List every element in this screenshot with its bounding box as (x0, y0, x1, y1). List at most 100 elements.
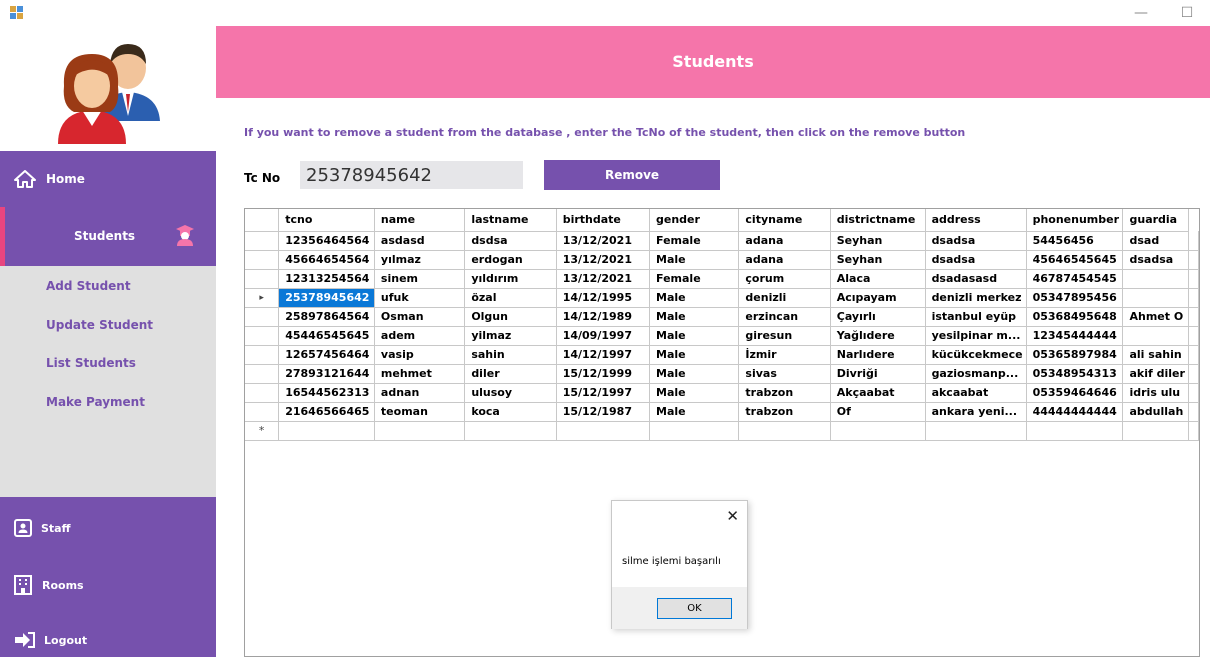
close-icon[interactable]: ✕ (726, 507, 739, 525)
table-cell[interactable]: adana (738, 250, 831, 270)
table-cell[interactable]: 25378945642 (278, 288, 375, 308)
table-cell[interactable]: erdogan (464, 250, 557, 270)
maximize-button[interactable]: ☐ (1164, 0, 1210, 26)
table-cell[interactable]: Akçaabat (830, 383, 926, 403)
table-cell[interactable]: 15/12/1999 (556, 364, 651, 384)
table-row[interactable]: 12313254564 sinem yıldırım 13/12/2021 Female… (245, 269, 1199, 289)
table-cell[interactable]: Seyhan (830, 231, 926, 251)
column-header[interactable]: address (925, 209, 1027, 232)
table-cell[interactable] (278, 421, 375, 441)
table-cell[interactable]: trabzon (738, 383, 831, 403)
table-cell[interactable]: akif diler (1122, 364, 1189, 384)
table-cell[interactable]: 05359464646 (1026, 383, 1124, 403)
table-cell[interactable]: abdullah (1122, 402, 1189, 422)
table-cell[interactable]: 45664654564 (278, 250, 375, 270)
table-cell[interactable]: yılmaz (374, 250, 466, 270)
table-cell[interactable] (1122, 288, 1189, 308)
table-row[interactable]: 21646566465 teoman koca 15/12/1987 Male trabz… (245, 402, 1199, 422)
table-cell[interactable]: teoman (374, 402, 466, 422)
column-header[interactable]: name (374, 209, 466, 232)
table-cell[interactable]: Yağlıdere (830, 326, 926, 346)
row-header[interactable] (245, 383, 280, 403)
table-cell[interactable]: mehmet (374, 364, 466, 384)
table-cell[interactable]: Male (649, 383, 740, 403)
table-cell[interactable]: vasip (374, 345, 466, 365)
table-cell[interactable]: 12356464564 (278, 231, 375, 251)
table-cell[interactable]: denizli merkez (925, 288, 1027, 308)
table-cell[interactable]: ankara yeni... (925, 402, 1027, 422)
table-cell[interactable]: Alaca (830, 269, 926, 289)
sidebar-item-add-student[interactable]: Add Student (46, 279, 131, 293)
column-header[interactable]: guardia (1122, 209, 1189, 232)
table-cell[interactable]: Female (649, 231, 740, 251)
table-cell[interactable]: asdasd (374, 231, 466, 251)
table-cell[interactable]: adana (738, 231, 831, 251)
table-cell[interactable]: 05348954313 (1026, 364, 1124, 384)
table-row[interactable]: 12356464564 asdasd dsdsa 13/12/2021 Female ad… (245, 231, 1199, 251)
table-cell[interactable]: dsdsa (464, 231, 557, 251)
table-cell[interactable] (464, 421, 557, 441)
table-cell[interactable]: koca (464, 402, 557, 422)
table-cell[interactable]: 16544562313 (278, 383, 375, 403)
current-row-indicator[interactable]: ▸ (245, 288, 280, 308)
table-cell[interactable]: 25897864564 (278, 307, 375, 327)
table-cell[interactable]: 12345444444 (1026, 326, 1124, 346)
table-cell[interactable]: 15/12/1997 (556, 383, 651, 403)
table-cell[interactable]: 21646566465 (278, 402, 375, 422)
table-cell[interactable]: sivas (738, 364, 831, 384)
table-cell[interactable]: 44444444444 (1026, 402, 1124, 422)
table-row[interactable]: ▸ 25378945642 ufuk özal 14/12/1995 Male denizl… (245, 288, 1199, 308)
table-cell[interactable] (1122, 421, 1189, 441)
sidebar-item-home[interactable]: Home (0, 151, 216, 207)
table-cell[interactable]: idris ulu (1122, 383, 1189, 403)
table-cell[interactable]: 14/12/1989 (556, 307, 651, 327)
table-cell[interactable]: Seyhan (830, 250, 926, 270)
table-cell[interactable]: ali sahin (1122, 345, 1189, 365)
table-cell[interactable]: 15/12/1987 (556, 402, 651, 422)
table-row[interactable]: 25897864564 Osman Olgun 14/12/1989 Male erzin… (245, 307, 1199, 327)
table-cell[interactable]: dsadsa (925, 250, 1027, 270)
table-row[interactable]: 45664654564 yılmaz erdogan 13/12/2021 Male ad… (245, 250, 1199, 270)
table-cell[interactable]: erzincan (738, 307, 831, 327)
column-header[interactable]: cityname (738, 209, 831, 232)
table-cell[interactable]: sahin (464, 345, 557, 365)
ok-button[interactable]: OK (657, 598, 732, 619)
table-cell[interactable]: 54456456 (1026, 231, 1124, 251)
table-cell[interactable]: gaziosmanp... (925, 364, 1027, 384)
table-cell[interactable]: Male (649, 326, 740, 346)
table-cell[interactable]: Olgun (464, 307, 557, 327)
table-cell[interactable]: Male (649, 307, 740, 327)
table-cell[interactable]: 05368495648 (1026, 307, 1124, 327)
table-cell[interactable] (649, 421, 740, 441)
table-cell[interactable]: diler (464, 364, 557, 384)
remove-button[interactable]: Remove (544, 160, 720, 190)
table-cell[interactable]: 14/12/1995 (556, 288, 651, 308)
sidebar-item-rooms[interactable]: Rooms (0, 565, 216, 605)
table-cell[interactable]: 13/12/2021 (556, 269, 651, 289)
table-cell[interactable] (830, 421, 926, 441)
sidebar-item-students[interactable]: Students (5, 207, 216, 266)
column-header[interactable]: phonenumber (1026, 209, 1124, 232)
table-cell[interactable]: Male (649, 250, 740, 270)
table-cell[interactable]: giresun (738, 326, 831, 346)
table-cell[interactable]: 45446545645 (278, 326, 375, 346)
row-header[interactable] (245, 402, 280, 422)
table-cell[interactable]: dsadsa (1122, 250, 1189, 270)
table-cell[interactable]: yesilpinar m... (925, 326, 1027, 346)
table-cell[interactable]: Male (649, 345, 740, 365)
table-cell[interactable]: istanbul eyüp (925, 307, 1027, 327)
table-cell[interactable]: Osman (374, 307, 466, 327)
sidebar-item-logout[interactable]: Logout (0, 623, 216, 657)
row-header[interactable] (245, 307, 280, 327)
table-cell[interactable]: İzmir (738, 345, 831, 365)
table-cell[interactable]: akcaabat (925, 383, 1027, 403)
table-cell[interactable]: 13/12/2021 (556, 231, 651, 251)
table-cell[interactable]: özal (464, 288, 557, 308)
table-cell[interactable]: adnan (374, 383, 466, 403)
table-cell[interactable]: 12657456464 (278, 345, 375, 365)
table-cell[interactable]: trabzon (738, 402, 831, 422)
table-cell[interactable]: Divriği (830, 364, 926, 384)
table-cell[interactable]: 45646545645 (1026, 250, 1124, 270)
row-header[interactable] (245, 231, 280, 251)
table-row[interactable]: 45446545645 adem yilmaz 14/09/1997 Male gires… (245, 326, 1199, 346)
